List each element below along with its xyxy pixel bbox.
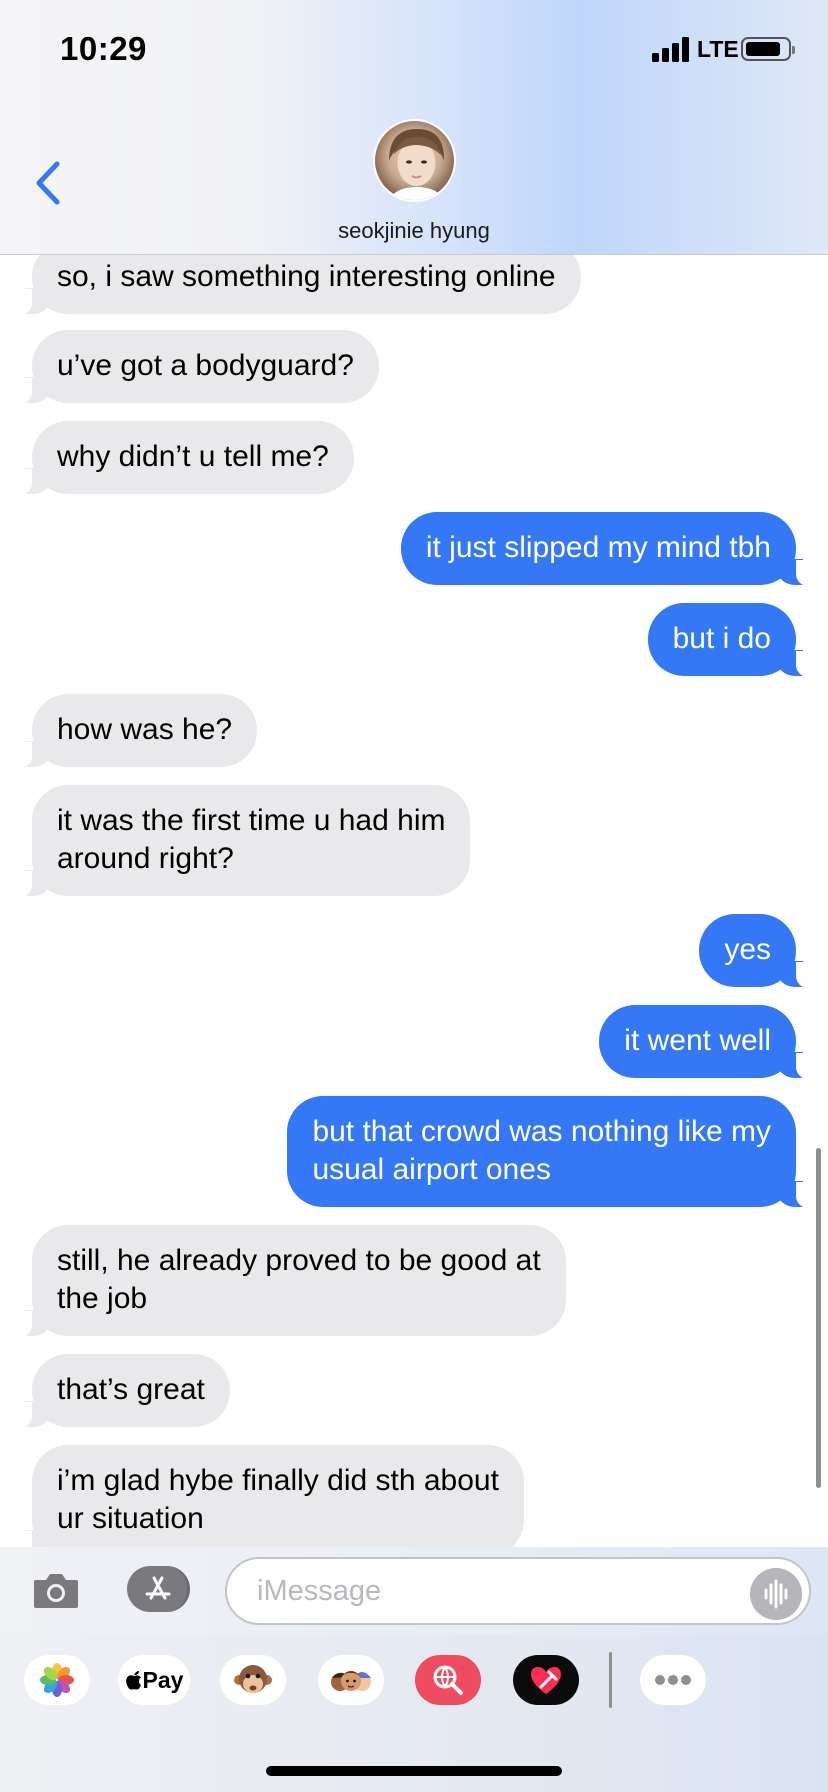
message-text: it went well [624, 1024, 771, 1057]
animoji-button[interactable] [220, 1655, 286, 1705]
message-text: that’s great [57, 1373, 205, 1406]
message-text-line: it was the first time u had him [57, 804, 446, 837]
message-bubble-incoming[interactable]: u’ve got a bodyguard? [18, 330, 379, 404]
images-search-button[interactable] [415, 1655, 481, 1705]
more-apps-button[interactable] [640, 1655, 706, 1705]
message-text: but i do [672, 622, 771, 655]
waveform-icon [764, 1579, 788, 1609]
message-bubble-outgoing[interactable]: it went well [599, 1005, 810, 1079]
scrollbar[interactable] [816, 1148, 821, 1488]
ellipsis-icon [655, 1675, 691, 1685]
message-text-line: usual airport ones [312, 1153, 551, 1186]
message-text: so, i saw something interesting online [57, 260, 556, 293]
compose-bar [0, 1547, 828, 1635]
contact-name[interactable]: seokjinie hyung [0, 218, 828, 244]
message-text: why didn’t u tell me? [57, 440, 329, 473]
message-bubble-incoming[interactable]: why didn’t u tell me? [18, 421, 354, 495]
message-bubble-outgoing[interactable]: but i do [647, 603, 811, 677]
message-text: it just slipped my mind tbh [425, 531, 771, 564]
digital-touch-button[interactable] [513, 1655, 579, 1705]
battery-icon [741, 37, 795, 61]
contact-avatar[interactable] [373, 119, 456, 202]
camera-icon[interactable] [32, 1570, 80, 1610]
globe-search-icon [433, 1665, 463, 1695]
message-bubble-incoming[interactable]: how was he? [17, 694, 258, 768]
app-store-icon [145, 1576, 171, 1600]
message-bubble-incoming[interactable]: still, he already proved to be good at t… [18, 1225, 566, 1337]
memoji-icon [331, 1671, 371, 1691]
status-time: 10:29 [60, 30, 147, 67]
message-bubble-incoming[interactable]: it was the first time u had him around r… [17, 785, 471, 897]
message-bubble-outgoing[interactable]: but that crowd was nothing like my usual… [287, 1096, 810, 1208]
apple-pay-label: Pay [142, 1666, 184, 1693]
network-type: LTE [697, 36, 739, 62]
monkey-icon [234, 1665, 272, 1693]
message-bubble-incoming[interactable]: i’m glad hybe finally did sth about ur s… [18, 1445, 524, 1547]
app-store-button[interactable] [127, 1566, 190, 1612]
message-text-line: the job [57, 1282, 148, 1315]
message-text-line: but that crowd was nothing like my [312, 1115, 771, 1148]
message-list[interactable]: so, i saw something interesting online u… [0, 255, 828, 1547]
message-bubble-incoming[interactable]: so, i saw something interesting online [18, 255, 581, 315]
imessage-input[interactable] [225, 1557, 811, 1625]
message-text-line: still, he already proved to be good at [57, 1244, 541, 1277]
audio-record-button[interactable] [750, 1568, 802, 1620]
home-indicator[interactable] [266, 1766, 562, 1776]
photos-app-button[interactable] [24, 1655, 90, 1705]
avatar-photo [388, 129, 445, 200]
drawer-divider [609, 1652, 612, 1708]
message-text: u’ve got a bodyguard? [57, 349, 354, 382]
apple-pay-button[interactable]: Pay [118, 1655, 190, 1705]
message-text-line: ur situation [57, 1502, 204, 1535]
message-bubble-incoming[interactable]: that’s great [18, 1354, 230, 1428]
memoji-button[interactable] [318, 1655, 384, 1705]
heart-touch-icon [531, 1667, 561, 1694]
message-text-line: i’m glad hybe finally did sth about [57, 1464, 499, 1497]
message-bubble-outgoing[interactable]: yes [699, 914, 810, 988]
apple-logo-icon [125, 1671, 141, 1690]
message-text: how was he? [57, 713, 233, 746]
message-text: yes [724, 933, 771, 966]
cellular-signal-icon [652, 36, 690, 62]
back-chevron-icon[interactable] [32, 160, 64, 206]
message-text-line: around right? [57, 842, 234, 875]
photos-icon [40, 1663, 74, 1697]
conversation-header: 10:29 LTE seokjinie hyung [0, 0, 828, 255]
message-bubble-outgoing[interactable]: it just slipped my mind tbh [400, 512, 811, 586]
